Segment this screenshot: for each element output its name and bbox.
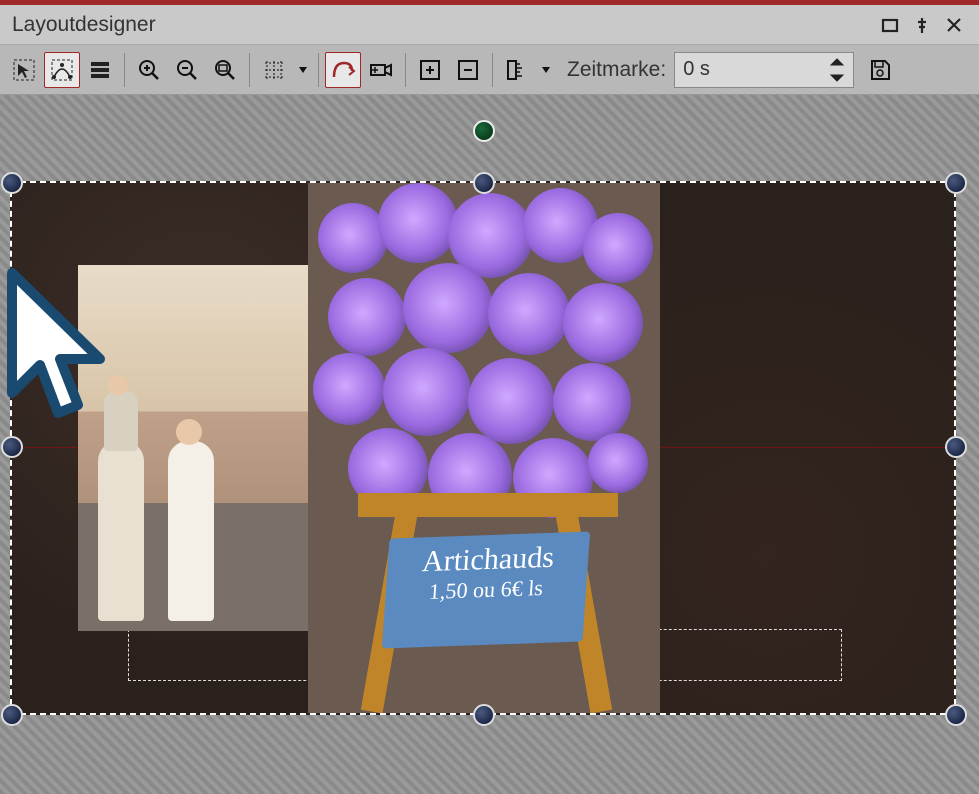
toolbar-separator <box>249 53 250 87</box>
toolbar-separator <box>318 53 319 87</box>
handle-bottom-mid[interactable] <box>473 704 495 726</box>
flowers-photo[interactable]: Artichauds 1,50 ou 6€ ls <box>308 183 660 713</box>
ruler-dropdown-button[interactable] <box>537 52 555 88</box>
handle-mid-right[interactable] <box>945 436 967 458</box>
spinner-up-icon[interactable] <box>829 57 845 67</box>
pin-button[interactable] <box>909 12 935 38</box>
keyframe-remove-button[interactable] <box>450 52 486 88</box>
handle-bottom-right[interactable] <box>945 704 967 726</box>
zoom-in-button[interactable] <box>131 52 167 88</box>
titlebar: Layoutdesigner <box>0 5 979 45</box>
handle-top-right[interactable] <box>945 172 967 194</box>
layers-tool-button[interactable] <box>82 52 118 88</box>
canvas[interactable]: Artichauds 1,50 ou 6€ ls <box>0 95 979 794</box>
save-button[interactable] <box>862 52 898 88</box>
timestamp-input[interactable]: 0 s <box>674 52 854 88</box>
toolbar-separator <box>405 53 406 87</box>
handle-top-mid[interactable] <box>473 172 495 194</box>
zoom-out-button[interactable] <box>169 52 205 88</box>
handle-bottom-left[interactable] <box>1 704 23 726</box>
keyframe-add-button[interactable] <box>412 52 448 88</box>
spinner-down-icon[interactable] <box>829 73 845 83</box>
grid-dropdown-button[interactable] <box>294 52 312 88</box>
rotation-handle[interactable] <box>473 120 495 142</box>
toolbar-separator <box>492 53 493 87</box>
ruler-button[interactable] <box>499 52 535 88</box>
motion-path-button[interactable] <box>325 52 361 88</box>
handle-mid-left[interactable] <box>1 436 23 458</box>
handle-top-left[interactable] <box>1 172 23 194</box>
window-title: Layoutdesigner <box>12 13 871 37</box>
sign-board: Artichauds 1,50 ou 6€ ls <box>382 532 590 649</box>
select-tool-button[interactable] <box>6 52 42 88</box>
path-tool-button[interactable] <box>44 52 80 88</box>
maximize-button[interactable] <box>877 12 903 38</box>
family-photo[interactable] <box>78 265 308 631</box>
sign-line2: 1,50 ou 6€ ls <box>389 574 583 607</box>
toolbar: Zeitmarke: 0 s <box>0 45 979 95</box>
camera-button[interactable] <box>363 52 399 88</box>
close-button[interactable] <box>941 12 967 38</box>
toolbar-separator <box>124 53 125 87</box>
grid-button[interactable] <box>256 52 292 88</box>
timestamp-label: Zeitmarke: <box>567 58 666 82</box>
timestamp-value: 0 s <box>683 58 710 81</box>
zoom-fit-button[interactable] <box>207 52 243 88</box>
